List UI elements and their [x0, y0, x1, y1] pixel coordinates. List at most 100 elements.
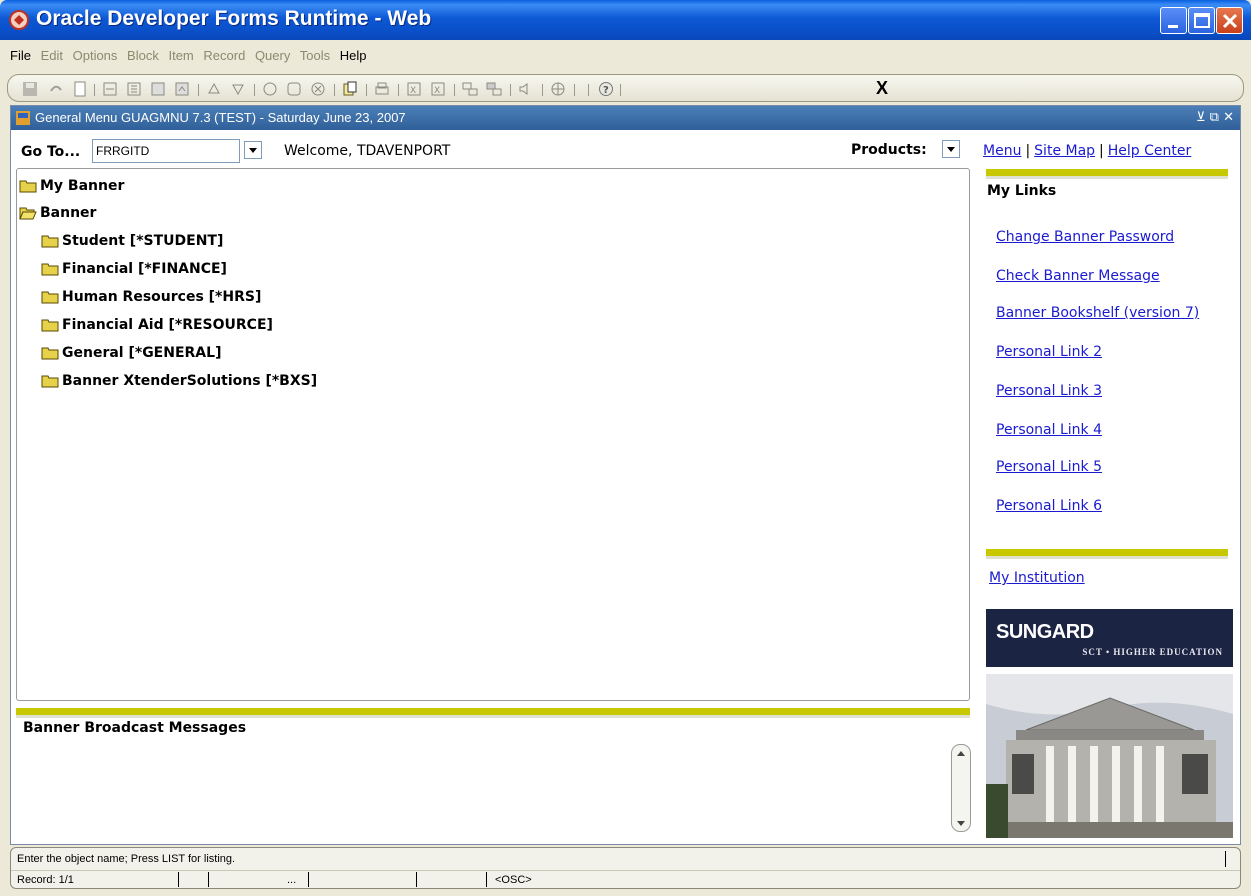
menu-bar: File Edit Options Block Item Record Quer… [10, 48, 372, 70]
divider [16, 715, 970, 718]
tree-item-label: Financial [*FINANCE] [62, 261, 227, 277]
help-icon[interactable]: ? [598, 81, 614, 97]
minimize-icon [1168, 25, 1178, 28]
exit-button[interactable]: X [876, 78, 888, 99]
next-record-icon[interactable] [286, 81, 302, 97]
form-icon [16, 111, 30, 125]
menu-help[interactable]: Help [340, 48, 367, 63]
form-title: General Menu GUAGMNU 7.3 (TEST) - Saturd… [35, 110, 406, 125]
print-preview-icon[interactable] [342, 81, 358, 97]
goto-label: Go To... [21, 144, 81, 160]
tree-item-label: General [*GENERAL] [62, 345, 222, 361]
status-dots: ... [287, 874, 297, 886]
help-center-link[interactable]: Help Center [1108, 143, 1192, 159]
previous-record-icon[interactable] [262, 81, 278, 97]
folder-icon [41, 375, 59, 388]
clear-record-icon[interactable]: X [430, 81, 446, 97]
institution-photo [986, 674, 1233, 838]
record-count: Record: 1/1 [17, 874, 74, 886]
execute-query-icon[interactable] [126, 81, 142, 97]
oracle-app-icon [9, 10, 29, 30]
link-change-password[interactable]: Change Banner Password [996, 229, 1174, 245]
menu-file[interactable]: File [10, 48, 31, 63]
logo-sub: SCT • HIGHER EDUCATION [1082, 647, 1223, 657]
status-message: Enter the object name; Press LIST for li… [17, 853, 236, 865]
clear-field-icon[interactable]: X [406, 81, 422, 97]
window-title-bar: Oracle Developer Forms Runtime - Web [0, 0, 1251, 40]
tree-item-label: Human Resources [*HRS] [62, 289, 262, 305]
folder-icon [19, 180, 37, 193]
divider [986, 169, 1228, 176]
count-query-icon[interactable] [174, 81, 190, 97]
insert-record-icon[interactable] [462, 81, 478, 97]
menu-options[interactable]: Options [73, 48, 118, 63]
tree-item-human-resources[interactable]: Human Resources [*HRS] [41, 289, 261, 305]
folder-icon [41, 319, 59, 332]
menu-record[interactable]: Record [203, 48, 245, 63]
my-institution-link[interactable]: My Institution [989, 570, 1085, 586]
folder-icon [41, 263, 59, 276]
broadcast-title: Banner Broadcast Messages [23, 720, 247, 736]
toolbar: X X ? X [7, 74, 1244, 102]
minimize-button[interactable] [1160, 7, 1187, 34]
previous-block-icon[interactable] [206, 81, 222, 97]
delete-record-icon[interactable] [310, 81, 326, 97]
link-personal-4[interactable]: Personal Link 4 [996, 422, 1102, 438]
folder-icon [41, 291, 59, 304]
top-right-links: Menu | Site Map | Help Center [983, 143, 1192, 159]
menu-link[interactable]: Menu [983, 143, 1021, 159]
tree-item-label: Student [*STUDENT] [62, 233, 224, 249]
scroll-arrows-icon [957, 751, 965, 826]
goto-input[interactable]: FRRGITD [92, 139, 240, 163]
audio-icon[interactable] [518, 81, 534, 97]
save-icon[interactable] [22, 81, 38, 97]
cancel-query-icon[interactable] [150, 81, 166, 97]
tree-item-student[interactable]: Student [*STUDENT] [41, 233, 223, 249]
menu-edit[interactable]: Edit [41, 48, 63, 63]
link-bookshelf[interactable]: Banner Bookshelf (version 7) [996, 305, 1199, 321]
broadcast-scrollbar[interactable] [951, 744, 971, 832]
close-icon [1222, 13, 1238, 29]
tree-item-general[interactable]: General [*GENERAL] [41, 345, 221, 361]
window-title: Oracle Developer Forms Runtime - Web [36, 7, 432, 30]
tree-item-my-banner[interactable]: My Banner [19, 178, 124, 194]
next-block-icon[interactable] [230, 81, 246, 97]
menu-tree: My Banner Banner Student [*STUDENT] Fina… [16, 168, 970, 701]
tree-item-banner[interactable]: Banner [19, 205, 96, 221]
folder-icon [41, 235, 59, 248]
menu-block[interactable]: Block [127, 48, 159, 63]
rollback-icon[interactable] [48, 81, 64, 97]
maximize-button[interactable] [1188, 7, 1215, 34]
folder-open-icon [19, 207, 37, 220]
status-bar: Enter the object name; Press LIST for li… [10, 847, 1241, 889]
tree-item-label: Financial Aid [*RESOURCE] [62, 317, 273, 333]
enter-query-icon[interactable] [102, 81, 118, 97]
site-map-link[interactable]: Site Map [1034, 143, 1095, 159]
tree-item-financial[interactable]: Financial [*FINANCE] [41, 261, 227, 277]
tree-item-xtender[interactable]: Banner XtenderSolutions [*BXS] [41, 373, 317, 389]
globe-icon[interactable] [550, 81, 566, 97]
sungard-logo: SUNGARD SCT • HIGHER EDUCATION [986, 609, 1233, 667]
link-personal-2[interactable]: Personal Link 2 [996, 344, 1102, 360]
document-icon[interactable] [72, 81, 88, 97]
divider [16, 708, 970, 715]
link-personal-6[interactable]: Personal Link 6 [996, 498, 1102, 514]
menu-item[interactable]: Item [168, 48, 193, 63]
svg-text:X: X [410, 86, 416, 96]
link-check-message[interactable]: Check Banner Message [996, 268, 1160, 284]
link-personal-5[interactable]: Personal Link 5 [996, 459, 1102, 475]
menu-query[interactable]: Query [255, 48, 290, 63]
divider [986, 176, 1228, 179]
close-button[interactable] [1216, 7, 1243, 34]
link-personal-3[interactable]: Personal Link 3 [996, 383, 1102, 399]
divider [986, 549, 1228, 556]
form-window-controls[interactable]: ⊻ ⧉ ✕ [1196, 110, 1234, 125]
tree-item-label: My Banner [40, 178, 125, 194]
products-label: Products: [851, 142, 927, 158]
products-dropdown-button[interactable] [942, 140, 960, 158]
remove-record-icon[interactable] [486, 81, 502, 97]
goto-dropdown-button[interactable] [244, 141, 262, 159]
tree-item-financial-aid[interactable]: Financial Aid [*RESOURCE] [41, 317, 273, 333]
menu-tools[interactable]: Tools [300, 48, 330, 63]
print-icon[interactable] [374, 81, 390, 97]
